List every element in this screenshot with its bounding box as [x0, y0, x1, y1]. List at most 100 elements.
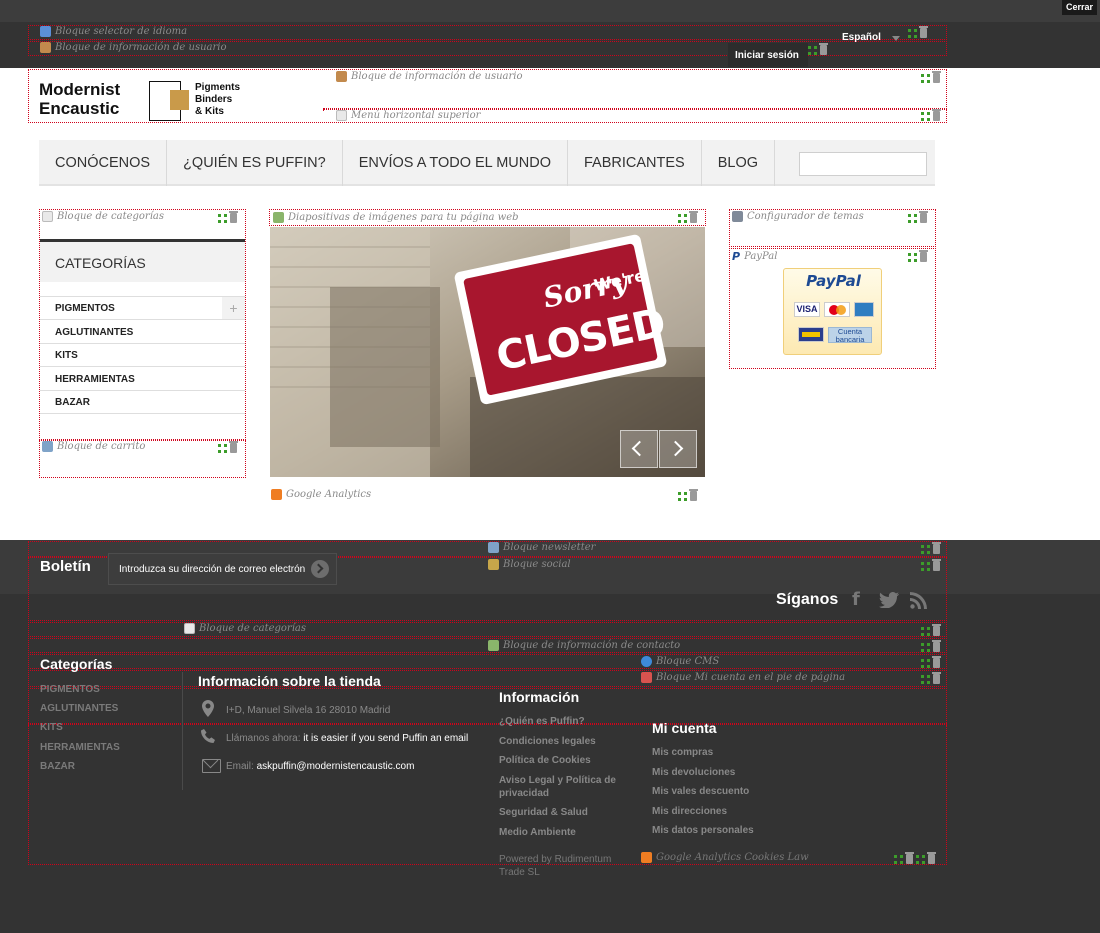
info-link[interactable]: ¿Quién es Puffin?	[499, 716, 585, 727]
trash-icon[interactable]	[932, 109, 941, 121]
account-link[interactable]: Mis datos personales	[652, 825, 754, 836]
chevron-down-icon[interactable]	[892, 36, 900, 41]
bank-card-icon	[798, 327, 824, 342]
trash-icon[interactable]	[689, 211, 698, 223]
close-button[interactable]: Cerrar	[1061, 0, 1097, 15]
trash-icon[interactable]	[919, 250, 928, 262]
hook-label-text: PayPal	[744, 251, 778, 262]
move-icon[interactable]	[218, 213, 227, 223]
hook-tools	[678, 489, 698, 501]
language-dropdown[interactable]: Español	[842, 32, 881, 43]
move-icon[interactable]	[218, 443, 227, 453]
email-label: Email:	[226, 761, 254, 772]
slide-prev-button[interactable]	[620, 430, 658, 468]
trash-icon[interactable]	[932, 640, 941, 652]
trash-icon[interactable]	[919, 26, 928, 38]
newsletter-submit-button[interactable]	[311, 560, 329, 578]
info-link[interactable]: Seguridad & Salud	[499, 807, 588, 818]
info-link-cont[interactable]: privacidad	[499, 788, 549, 799]
category-item-bazar[interactable]: BAZAR	[40, 391, 245, 414]
logo-mark-fill	[170, 90, 189, 110]
nav-item-envios[interactable]: ENVÍOS A TODO EL MUNDO	[343, 140, 568, 186]
trash-icon[interactable]	[229, 441, 238, 453]
move-icon[interactable]	[808, 45, 817, 55]
move-icon[interactable]	[678, 491, 687, 501]
account-link[interactable]: Mis compras	[652, 747, 713, 758]
trash-icon[interactable]	[932, 672, 941, 684]
rss-icon[interactable]	[910, 592, 927, 609]
trash-icon[interactable]	[919, 211, 928, 223]
categories-header: CATEGORÍAS	[40, 239, 245, 282]
hook-label-text: Bloque de información de usuario	[55, 42, 227, 53]
trash-icon[interactable]	[819, 43, 828, 55]
powered-by-line-1[interactable]: Powered by Rudimentum	[499, 854, 611, 865]
slide-next-button[interactable]	[659, 430, 697, 468]
info-link[interactable]: Aviso Legal y Política de	[499, 775, 616, 786]
account-link[interactable]: Mis devoluciones	[652, 767, 735, 778]
move-icon[interactable]	[921, 642, 930, 652]
footer-category-link[interactable]: AGLUTINANTES	[40, 703, 118, 714]
move-icon[interactable]	[921, 544, 930, 554]
plus-icon[interactable]: +	[222, 297, 245, 319]
search-input[interactable]	[799, 152, 927, 176]
category-item-herramientas[interactable]: HERRAMIENTAS	[40, 368, 245, 391]
image-icon	[273, 212, 284, 223]
mail-icon	[488, 542, 499, 553]
trash-icon[interactable]	[905, 852, 914, 864]
nav-item-blog[interactable]: BLOG	[702, 140, 776, 186]
account-link[interactable]: Mis vales descuento	[652, 786, 749, 797]
facebook-icon[interactable]: f	[852, 590, 864, 610]
footer-category-link[interactable]: PIGMENTOS	[40, 684, 100, 695]
trash-icon[interactable]	[932, 656, 941, 668]
paypal-logo-card[interactable]: PayPal VISA Cuenta bancaria	[783, 268, 882, 355]
move-icon[interactable]	[916, 854, 925, 864]
admin-top-bar	[0, 0, 1100, 22]
trash-icon[interactable]	[932, 624, 941, 636]
twitter-icon[interactable]	[879, 592, 899, 609]
logo[interactable]: Modernist Encaustic	[39, 80, 120, 118]
envelope-icon	[202, 752, 221, 773]
trash-icon[interactable]	[689, 489, 698, 501]
trash-icon[interactable]	[932, 71, 941, 83]
category-item-aglutinantes[interactable]: AGLUTINANTES	[40, 321, 245, 344]
slideshow-image[interactable]: Sorry We're CLOSED	[270, 227, 705, 477]
move-icon[interactable]	[678, 213, 687, 223]
footer-category-link[interactable]: KITS	[40, 722, 63, 733]
nav-item-quien-es-puffin[interactable]: ¿QUIÉN ES PUFFIN?	[167, 140, 343, 186]
info-link[interactable]: Condiciones legales	[499, 736, 596, 747]
move-icon[interactable]	[921, 626, 930, 636]
nav-item-fabricantes[interactable]: FABRICANTES	[568, 140, 702, 186]
trash-icon[interactable]	[927, 852, 936, 864]
trash-icon[interactable]	[229, 211, 238, 223]
move-icon[interactable]	[894, 854, 903, 864]
hook-label-text: Bloque de carrito	[57, 441, 146, 452]
info-link[interactable]: Medio Ambiente	[499, 827, 576, 838]
hook-label-text: Menú horizontal superior	[351, 110, 481, 121]
move-icon[interactable]	[908, 252, 917, 262]
nav-item-conocenos[interactable]: CONÓCENOS	[39, 140, 168, 186]
move-icon[interactable]	[921, 658, 930, 668]
call-value: it is easier if you send Puffin an email	[303, 733, 469, 744]
move-icon[interactable]	[908, 28, 917, 38]
category-item-kits[interactable]: KITS	[40, 344, 245, 367]
footer-category-link[interactable]: HERRAMIENTAS	[40, 742, 120, 753]
move-icon[interactable]	[908, 213, 917, 223]
move-icon[interactable]	[921, 561, 930, 571]
hook-tools	[921, 71, 941, 83]
analytics-icon	[641, 852, 652, 863]
trash-icon[interactable]	[932, 542, 941, 554]
move-icon[interactable]	[921, 674, 930, 684]
trash-icon[interactable]	[932, 559, 941, 571]
footer-category-link[interactable]: BAZAR	[40, 761, 75, 772]
move-icon[interactable]	[921, 73, 930, 83]
account-link[interactable]: Mis direcciones	[652, 806, 727, 817]
theme-icon	[732, 211, 743, 222]
info-link[interactable]: Política de Cookies	[499, 755, 591, 766]
move-icon[interactable]	[921, 111, 930, 121]
newsletter-input[interactable]: Introduzca su dirección de correo electr…	[108, 553, 337, 585]
login-link[interactable]: Iniciar sesión	[735, 50, 799, 61]
category-item-pigmentos[interactable]: PIGMENTOS +	[40, 297, 245, 320]
hook-label-text: Bloque Mi cuenta en el pie de página	[656, 672, 846, 683]
email-value[interactable]: askpuffin@modernistencaustic.com	[257, 761, 415, 772]
footer-column-divider	[182, 672, 183, 790]
